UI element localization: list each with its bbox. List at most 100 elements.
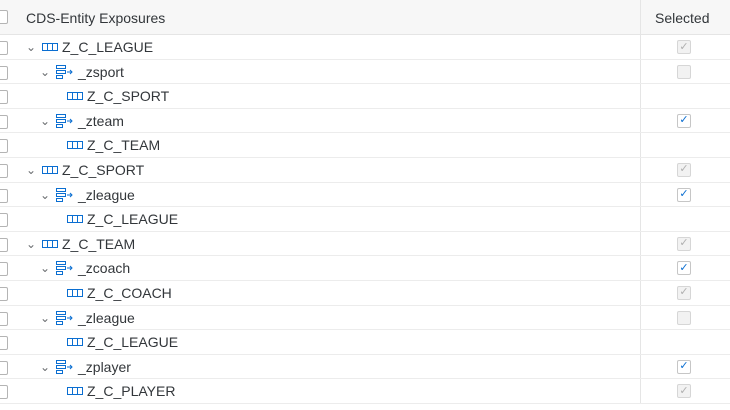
table-row[interactable]: ⌄ _zleague — [0, 305, 730, 331]
row-select-checkbox[interactable] — [0, 41, 8, 55]
association-icon — [56, 261, 74, 276]
row-select-checkbox[interactable] — [0, 336, 8, 351]
column-separator — [640, 108, 641, 133]
column-header-selected[interactable]: Selected — [655, 10, 709, 26]
entity-icon — [42, 165, 58, 175]
row-select-checkbox[interactable] — [0, 114, 8, 129]
node-label: _zleague — [78, 309, 135, 326]
selected-checkbox[interactable]: ✓ — [677, 261, 691, 276]
entity-icon — [42, 42, 58, 52]
check-icon: ✓ — [679, 261, 689, 274]
column-header-entity[interactable]: CDS-Entity Exposures — [26, 10, 165, 26]
chevron-down-icon[interactable]: ⌄ — [38, 261, 52, 275]
row-select-checkbox[interactable] — [0, 213, 8, 228]
row-select-checkbox[interactable] — [0, 286, 8, 301]
node-label: _zplayer — [78, 358, 131, 375]
entity-node: Z_C_SPORT — [67, 88, 169, 104]
node-label: Z_C_SPORT — [62, 161, 145, 178]
node-label: Z_C_PLAYER — [87, 383, 176, 400]
check-icon: ✓ — [679, 237, 689, 250]
association-icon — [56, 113, 74, 128]
chevron-down-icon[interactable]: ⌄ — [38, 311, 52, 325]
entity-node: Z_C_LEAGUE — [67, 211, 178, 227]
check-icon: ✓ — [679, 163, 689, 176]
entity-node: Z_C_TEAM — [67, 137, 160, 153]
node-label: Z_C_TEAM — [62, 235, 136, 252]
node-label: _zteam — [78, 112, 124, 129]
entity-node: ⌄ Z_C_TEAM — [24, 236, 135, 252]
table-row[interactable]: ⌄ _zleague ✓ — [0, 182, 730, 208]
node-label: _zsport — [78, 63, 124, 80]
entity-icon — [67, 386, 83, 396]
association-node: ⌄ _zcoach — [38, 260, 130, 276]
row-select-checkbox[interactable] — [0, 188, 8, 203]
selected-checkbox: ✓ — [677, 236, 691, 251]
chevron-down-icon[interactable]: ⌄ — [24, 40, 38, 54]
table-row[interactable]: Z_C_COACH ✓ — [0, 280, 730, 306]
table-row[interactable]: Z_C_PLAYER ✓ — [0, 379, 730, 404]
table-row[interactable]: Z_C_TEAM — [0, 133, 730, 158]
node-label: _zleague — [78, 186, 135, 203]
column-separator — [640, 182, 641, 207]
node-label: Z_C_LEAGUE — [87, 334, 179, 351]
entity-node: Z_C_COACH — [67, 285, 172, 301]
entity-icon — [42, 239, 58, 249]
check-icon: ✓ — [679, 384, 689, 397]
row-select-checkbox[interactable] — [0, 385, 8, 400]
row-select-checkbox[interactable] — [0, 163, 8, 178]
row-select-checkbox[interactable] — [0, 90, 8, 105]
row-select-checkbox[interactable] — [0, 65, 8, 80]
column-separator — [640, 280, 641, 305]
node-label: Z_C_TEAM — [87, 137, 161, 154]
check-icon: ✓ — [679, 40, 689, 53]
row-select-checkbox[interactable] — [0, 311, 8, 326]
check-icon: ✓ — [679, 286, 689, 299]
table-row[interactable]: ⌄ Z_C_TEAM ✓ — [0, 231, 730, 257]
column-separator — [640, 133, 641, 157]
association-node: ⌄ _zleague — [38, 187, 135, 203]
association-icon — [56, 310, 74, 325]
select-all-checkbox[interactable] — [0, 10, 8, 24]
selected-checkbox[interactable]: ✓ — [677, 187, 691, 202]
entity-icon — [67, 214, 83, 224]
chevron-down-icon[interactable]: ⌄ — [38, 360, 52, 374]
table-row[interactable]: ⌄ _zteam ✓ — [0, 108, 730, 134]
row-select-checkbox[interactable] — [0, 237, 8, 252]
column-separator — [640, 354, 641, 379]
chevron-down-icon[interactable]: ⌄ — [38, 188, 52, 202]
node-label: Z_C_COACH — [87, 284, 172, 301]
table-row[interactable]: Z_C_LEAGUE — [0, 207, 730, 232]
entity-icon — [67, 140, 83, 150]
entity-icon — [67, 91, 83, 101]
cds-exposure-tree-table: CDS-Entity Exposures Selected ⌄ Z_C_LEAGU… — [0, 0, 730, 410]
entity-icon — [67, 337, 83, 347]
table-row[interactable]: ⌄ Z_C_LEAGUE ✓ — [0, 35, 730, 60]
table-row[interactable]: ⌄ _zsport — [0, 59, 730, 85]
table-row[interactable]: ⌄ _zplayer ✓ — [0, 354, 730, 380]
selected-checkbox[interactable]: ✓ — [677, 113, 691, 128]
row-select-checkbox[interactable] — [0, 139, 8, 154]
node-label: Z_C_LEAGUE — [62, 39, 154, 55]
column-separator — [640, 0, 641, 34]
row-select-checkbox[interactable] — [0, 262, 8, 277]
table-row[interactable]: Z_C_LEAGUE — [0, 330, 730, 355]
association-node: ⌄ _zplayer — [38, 359, 131, 375]
table-row[interactable]: ⌄ _zcoach ✓ — [0, 256, 730, 281]
column-separator — [640, 84, 641, 108]
chevron-down-icon[interactable]: ⌄ — [24, 237, 38, 251]
node-label: Z_C_LEAGUE — [87, 211, 179, 228]
node-label: Z_C_SPORT — [87, 88, 170, 105]
chevron-down-icon[interactable]: ⌄ — [24, 163, 38, 177]
chevron-down-icon[interactable]: ⌄ — [38, 114, 52, 128]
selected-checkbox: ✓ — [677, 162, 691, 177]
entity-node: Z_C_LEAGUE — [67, 334, 178, 350]
chevron-down-icon[interactable]: ⌄ — [38, 65, 52, 79]
selected-checkbox: ✓ — [677, 384, 691, 399]
table-row[interactable]: Z_C_SPORT — [0, 84, 730, 109]
selected-checkbox[interactable]: ✓ — [677, 359, 691, 374]
row-select-checkbox[interactable] — [0, 360, 8, 375]
entity-node: Z_C_PLAYER — [67, 383, 175, 399]
table-row[interactable]: ⌄ Z_C_SPORT ✓ — [0, 157, 730, 183]
selected-checkbox — [677, 310, 691, 325]
association-icon — [56, 187, 74, 202]
